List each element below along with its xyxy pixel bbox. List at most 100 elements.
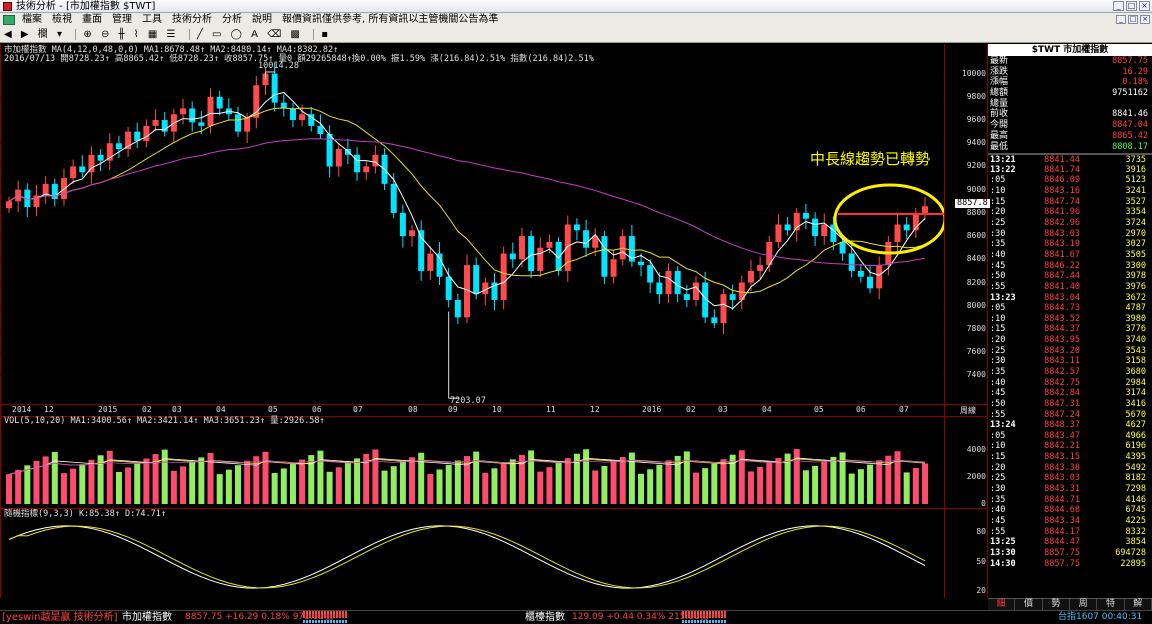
quote-value: 0.18% (1122, 77, 1148, 88)
tick-volume: 3916 (1125, 164, 1146, 175)
tick-row[interactable]: :40 8842.75 2984 (988, 378, 1152, 389)
tick-row[interactable]: 13:30 8857.75 694728 (988, 548, 1152, 559)
minimize-icon[interactable]: _ (1113, 1, 1124, 11)
tick-row[interactable]: :30 8843.11 3158 (988, 356, 1152, 367)
tick-row[interactable]: 13:25 8844.47 3854 (988, 537, 1152, 548)
quote-row: 前收 8841.46 (988, 109, 1152, 120)
quote-tab[interactable]: 勢 (1043, 599, 1070, 610)
tick-row[interactable]: :20 8841.96 3354 (988, 207, 1152, 218)
doc-restore-icon[interactable]: □ (1128, 15, 1138, 24)
tick-row[interactable]: :35 8843.19 3027 (988, 239, 1152, 250)
tick-row[interactable]: 13:23 8843.04 3672 (988, 293, 1152, 304)
doc-close-icon[interactable]: × (1140, 15, 1150, 24)
tick-row[interactable]: :45 8846.22 3300 (988, 261, 1152, 272)
candle-body (244, 117, 251, 132)
period-label[interactable]: 周線 (960, 405, 976, 416)
tick-volume: 3980 (1125, 313, 1146, 324)
price-tick: 8600 (966, 231, 986, 241)
doc-minimize-icon[interactable]: _ (1116, 15, 1126, 24)
quote-tab[interactable]: 解 (1125, 599, 1152, 610)
tick-row[interactable]: 13:22 8841.74 3916 (988, 165, 1152, 176)
tick-row[interactable]: :25 8843.03 8182 (988, 473, 1152, 484)
volume-bar (51, 451, 58, 504)
volume-tick: 4000 (966, 445, 986, 454)
maximize-icon[interactable]: □ (1126, 1, 1137, 11)
tick-row[interactable]: :35 8844.71 4146 (988, 495, 1152, 506)
tick-row[interactable]: :30 8843.31 7298 (988, 484, 1152, 495)
candle-body (289, 108, 296, 121)
quote-value: 8841.46 (1112, 109, 1148, 120)
tick-row[interactable]: :40 8841.67 3505 (988, 250, 1152, 261)
tick-row[interactable]: 13:21 8841.44 3735 (988, 154, 1152, 165)
price-tick: 8400 (966, 254, 986, 264)
tick-row[interactable]: :10 8843.52 3980 (988, 314, 1152, 325)
trend-annotation: 中長線趨勢已轉勢 (810, 150, 931, 168)
tick-time: :35 (990, 494, 1006, 505)
quote-row: 最高 8865.42 (988, 131, 1152, 142)
tick-row[interactable]: :50 8847.31 3416 (988, 399, 1152, 410)
candle-body (537, 247, 544, 271)
tick-price: 8842.96 (1044, 218, 1080, 229)
tick-price: 8842.75 (1044, 377, 1080, 388)
tick-row[interactable]: :25 8842.96 3724 (988, 218, 1152, 229)
tick-row[interactable]: :20 8843.38 5492 (988, 463, 1152, 474)
quote-tab[interactable]: 特 (1097, 599, 1125, 610)
candle-body (6, 201, 12, 209)
tick-row[interactable]: :05 8846.09 5123 (988, 175, 1152, 186)
candle-body (693, 282, 699, 300)
volume-bar (903, 472, 910, 504)
chart-canvas[interactable] (0, 0, 944, 598)
tick-volume: 3543 (1125, 345, 1146, 356)
price-tick: 8800 (966, 207, 986, 217)
status-index1-name: 市加權指數 (122, 612, 172, 623)
close-icon[interactable]: × (1139, 1, 1150, 11)
tick-list[interactable]: 13:21 8841.44 3735 13:22 8841.74 3916:05 8846.… (988, 154, 1152, 569)
tick-row[interactable]: :25 8843.20 3543 (988, 346, 1152, 357)
tick-row[interactable]: 14:30 8857.75 22895 (988, 559, 1152, 570)
candle-body (573, 224, 580, 231)
tick-time: :30 (990, 228, 1006, 239)
status-bar: [yeswin越是贏 技術分析] 市加權指數 8857.75 +16.29 0.… (0, 610, 1152, 624)
quote-tab[interactable]: 周 (1070, 599, 1098, 610)
tick-volume: 3776 (1125, 324, 1146, 335)
tick-price: 8842.21 (1044, 441, 1080, 452)
tick-price: 8846.22 (1044, 260, 1080, 271)
tick-time: :30 (990, 356, 1006, 367)
volume-bar (683, 451, 690, 504)
document-controls: _ □ × (1116, 15, 1150, 24)
tick-time: :15 (990, 324, 1006, 335)
volume-bar (491, 468, 498, 504)
tick-row[interactable]: :05 8844.73 4787 (988, 303, 1152, 314)
tick-price: 8843.38 (1044, 462, 1080, 473)
tick-row[interactable]: :05 8843.47 4966 (988, 431, 1152, 442)
volume-bar (592, 470, 599, 504)
volume-bar (6, 474, 12, 504)
tick-row[interactable]: :50 8847.44 3978 (988, 271, 1152, 282)
tick-time: 13:23 (990, 292, 1016, 303)
tick-row[interactable]: :10 8843.16 3241 (988, 186, 1152, 197)
quote-tab[interactable]: 細 (988, 599, 1016, 610)
tick-row[interactable]: :40 8844.68 6745 (988, 505, 1152, 516)
candle-body (747, 270, 754, 283)
tick-row[interactable]: :15 8847.74 3527 (988, 197, 1152, 208)
tick-row[interactable]: :55 8841.40 3976 (988, 282, 1152, 293)
tick-row[interactable]: :45 8842.84 3174 (988, 388, 1152, 399)
tick-row[interactable]: 13:24 8848.37 4627 (988, 420, 1152, 431)
quote-tab[interactable]: 價 (1015, 599, 1043, 610)
low-label: 7203.07 (450, 396, 486, 406)
tick-row[interactable]: :15 8844.37 3776 (988, 324, 1152, 335)
quote-label: 今開 (990, 120, 1009, 131)
tick-row[interactable]: :30 8843.03 2970 (988, 229, 1152, 240)
tick-row[interactable]: :45 8843.34 4225 (988, 516, 1152, 527)
volume-bar (500, 463, 507, 504)
tick-row[interactable]: :35 8842.57 3680 (988, 367, 1152, 378)
tick-row[interactable]: :10 8842.21 6196 (988, 441, 1152, 452)
tick-row[interactable]: :55 8844.17 8332 (988, 527, 1152, 538)
tick-row[interactable]: :55 8847.24 5670 (988, 410, 1152, 421)
volume-bar (793, 449, 800, 504)
tick-row[interactable]: :15 8843.15 4395 (988, 452, 1152, 463)
quote-row: 總量 (988, 99, 1152, 110)
tick-row[interactable]: :20 8843.95 3740 (988, 335, 1152, 346)
tick-time: :10 (990, 186, 1006, 197)
candle-body (647, 265, 654, 283)
